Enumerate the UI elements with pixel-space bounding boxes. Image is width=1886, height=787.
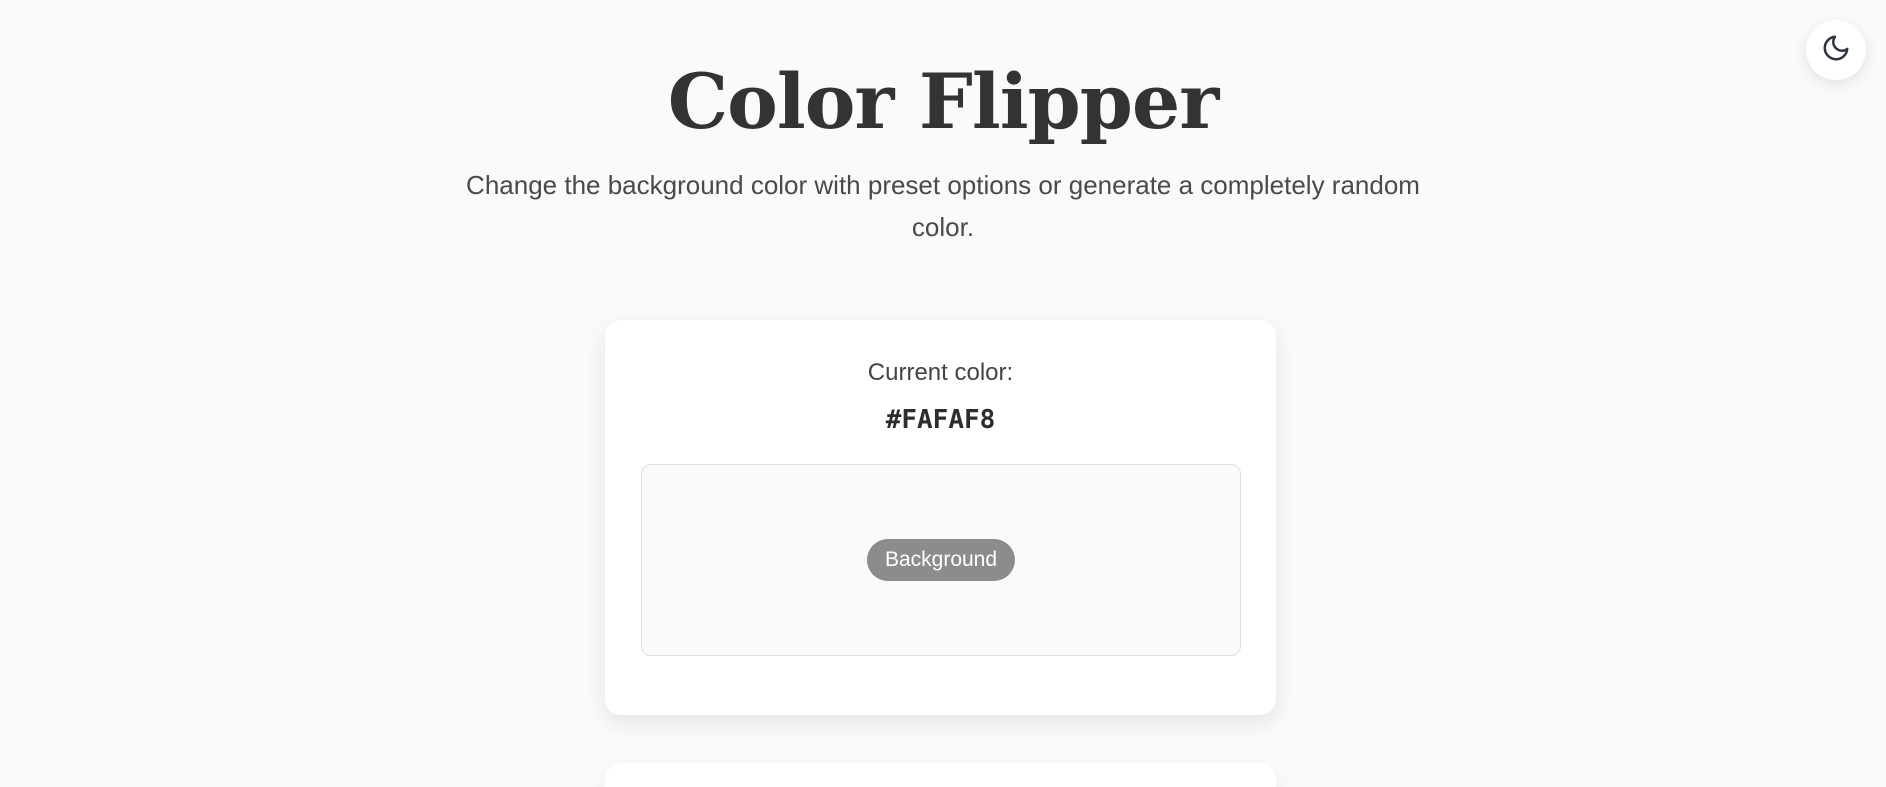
color-preview-box: Background	[641, 464, 1241, 656]
current-color-label: Current color:	[867, 359, 1014, 386]
page-title: Color Flipper	[667, 57, 1220, 146]
page: Color Flipper Change the background colo…	[0, 0, 1886, 787]
current-color-card: Current color: #FAFAF8 Background	[605, 320, 1276, 715]
current-color-hex: #FAFAF8	[885, 405, 996, 435]
page-subtitle: Change the background color with preset …	[466, 170, 1420, 242]
controls-card	[605, 763, 1276, 787]
background-badge: Background	[866, 539, 1016, 581]
